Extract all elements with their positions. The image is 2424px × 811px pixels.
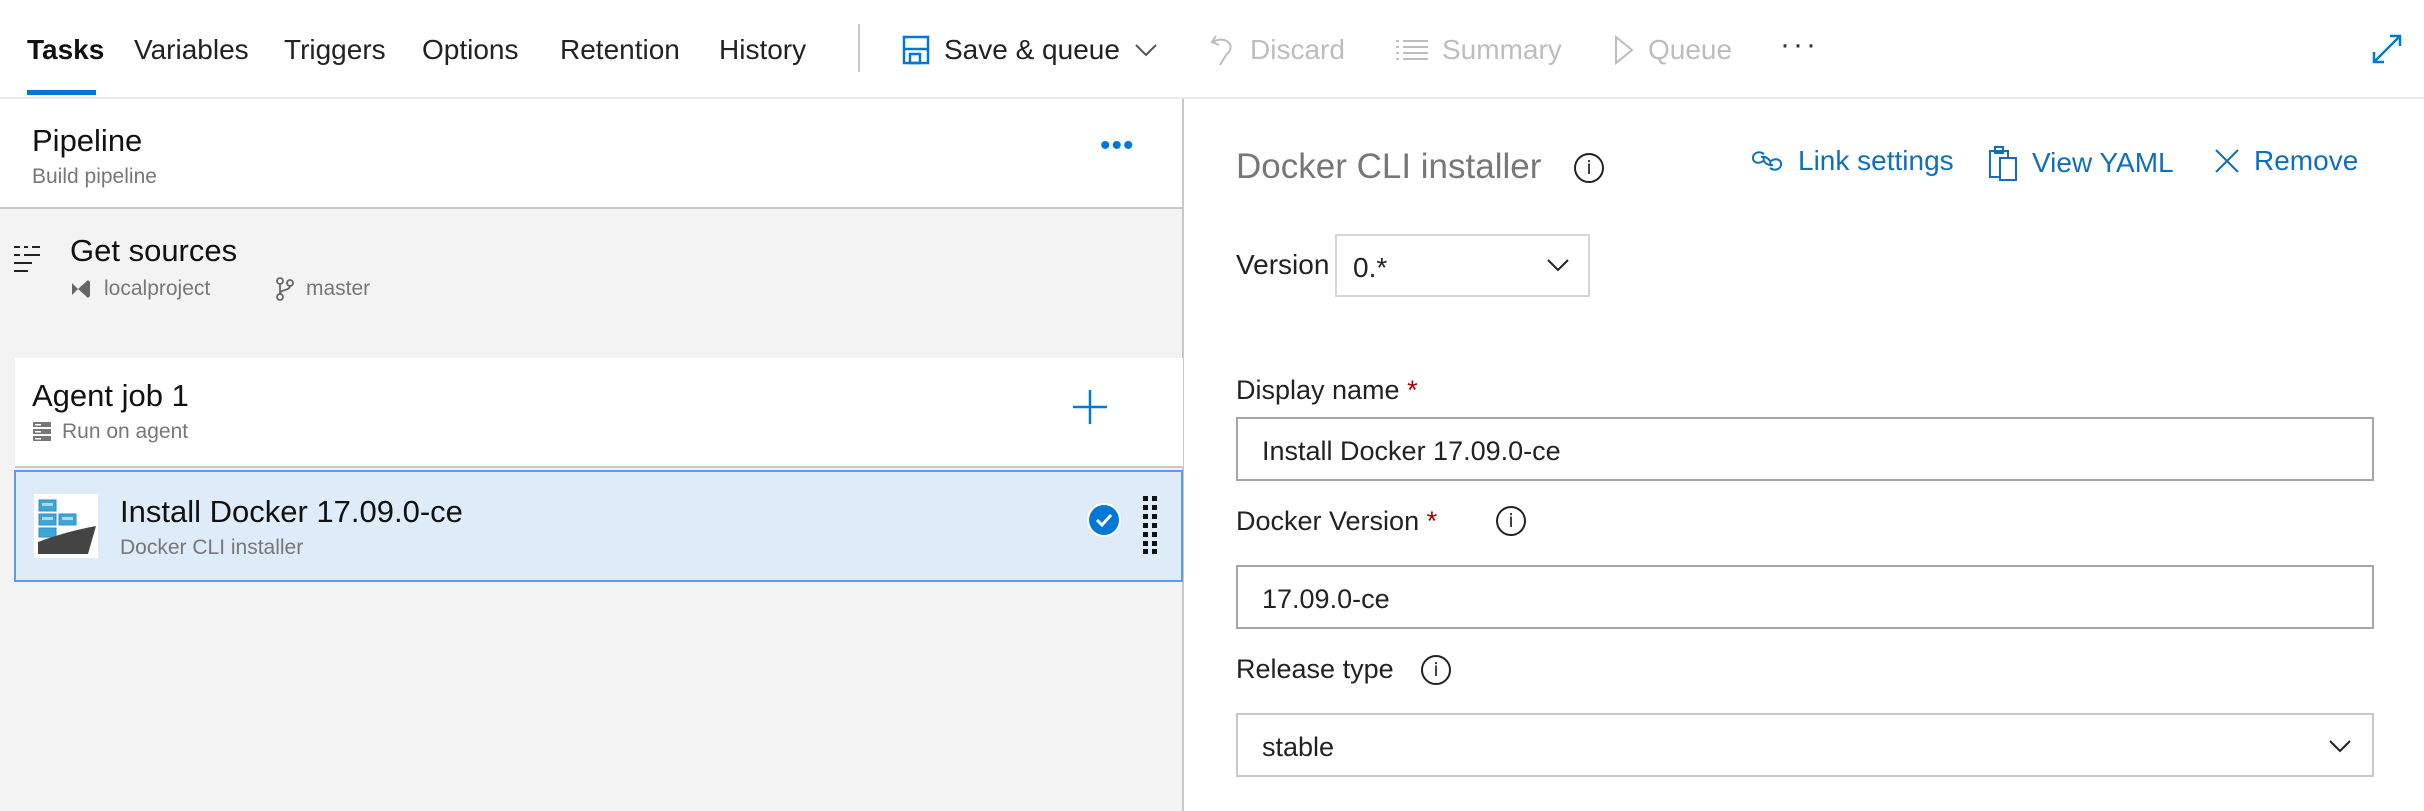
task-item-selected[interactable]: Install Docker 17.09.0-ce Docker CLI ins… bbox=[14, 470, 1183, 582]
drag-handle-icon[interactable] bbox=[1143, 496, 1159, 554]
clipboard-icon bbox=[1989, 146, 2017, 181]
list-icon bbox=[1396, 40, 1428, 60]
branch-icon bbox=[276, 277, 294, 301]
pipeline-subtitle: Build pipeline bbox=[32, 165, 157, 188]
link-settings-button[interactable]: Link settings bbox=[1750, 145, 1954, 177]
summary-label: Summary bbox=[1442, 34, 1562, 65]
release-type-value: stable bbox=[1262, 732, 1335, 762]
info-icon[interactable]: i bbox=[1496, 506, 1526, 536]
task-title: Install Docker 17.09.0-ce bbox=[120, 494, 463, 529]
expand-icon[interactable] bbox=[2371, 33, 2403, 65]
pipeline-title: Pipeline bbox=[32, 123, 143, 158]
add-task-icon[interactable] bbox=[1073, 390, 1107, 424]
docker-version-label: Docker Version * bbox=[1236, 506, 1437, 537]
tab-history[interactable]: History bbox=[719, 34, 806, 66]
queue-label: Queue bbox=[1648, 34, 1733, 65]
close-icon bbox=[2215, 149, 2239, 173]
version-value: 0.* bbox=[1353, 252, 1388, 283]
docker-version-label-text: Docker Version bbox=[1236, 506, 1420, 536]
discard-label: Discard bbox=[1250, 34, 1345, 65]
task-details-title: Docker CLI installer bbox=[1236, 147, 1542, 186]
info-icon[interactable]: i bbox=[1421, 655, 1451, 685]
pipeline-panel: Pipeline Build pipeline ••• Get sources … bbox=[0, 99, 1184, 811]
get-sources-icon bbox=[14, 246, 40, 272]
tab-options[interactable]: Options bbox=[422, 34, 519, 66]
agent-job-subtitle: Run on agent bbox=[32, 420, 188, 444]
pipeline-header[interactable]: Pipeline Build pipeline ••• bbox=[0, 99, 1182, 209]
info-icon[interactable]: i bbox=[1574, 153, 1604, 183]
agent-job-subtitle-text: Run on agent bbox=[62, 420, 189, 443]
docker-icon bbox=[34, 494, 98, 558]
active-tab-indicator bbox=[27, 90, 96, 95]
save-icon bbox=[902, 35, 930, 65]
queue-button[interactable]: Queue bbox=[1614, 30, 1732, 70]
server-icon bbox=[33, 422, 51, 441]
display-name-value: Install Docker 17.09.0-ce bbox=[1262, 436, 1561, 466]
repository-name: localproject bbox=[104, 277, 211, 300]
link-icon bbox=[1751, 151, 1783, 171]
toolbar-divider bbox=[858, 24, 860, 72]
release-type-select[interactable]: stable bbox=[1236, 713, 2374, 777]
tab-variables[interactable]: Variables bbox=[134, 34, 249, 66]
discard-button[interactable]: Discard bbox=[1210, 30, 1345, 70]
required-marker: * bbox=[1426, 506, 1438, 536]
view-yaml-label: View YAML bbox=[2032, 147, 2174, 178]
chevron-down-icon bbox=[1547, 259, 1569, 272]
task-details-panel: Docker CLI installer i Link settings Vie… bbox=[1186, 99, 2424, 811]
agent-job-title: Agent job 1 bbox=[32, 378, 189, 413]
link-settings-label: Link settings bbox=[1798, 145, 1954, 176]
docker-version-input[interactable]: 17.09.0-ce bbox=[1236, 565, 2374, 629]
display-name-label: Display name * bbox=[1236, 375, 1418, 406]
display-name-input[interactable]: Install Docker 17.09.0-ce bbox=[1236, 417, 2374, 481]
enabled-checkmark-icon[interactable] bbox=[1086, 502, 1122, 538]
version-select[interactable]: 0.* bbox=[1335, 234, 1590, 297]
version-label: Version bbox=[1236, 249, 1330, 280]
docker-version-value: 17.09.0-ce bbox=[1262, 584, 1390, 614]
release-type-label: Release type bbox=[1236, 654, 1394, 684]
top-toolbar: Tasks Variables Triggers Options Retenti… bbox=[0, 0, 2424, 99]
more-actions-button[interactable]: ··· bbox=[1780, 28, 1819, 62]
tab-retention[interactable]: Retention bbox=[560, 34, 680, 66]
pipeline-more-button[interactable]: ••• bbox=[1100, 129, 1135, 163]
display-name-label-text: Display name bbox=[1236, 375, 1400, 405]
view-yaml-button[interactable]: View YAML bbox=[1988, 145, 2174, 181]
remove-label: Remove bbox=[2254, 145, 2359, 176]
agent-job[interactable]: Agent job 1 Run on agent bbox=[15, 358, 1183, 468]
chevron-down-icon bbox=[2329, 740, 2351, 753]
branch-name: master bbox=[306, 277, 371, 300]
get-sources-title: Get sources bbox=[70, 233, 238, 268]
visual-studio-icon bbox=[72, 280, 90, 298]
repository-info: localproject bbox=[70, 277, 210, 301]
undo-icon bbox=[1210, 35, 1232, 66]
tab-tasks[interactable]: Tasks bbox=[27, 34, 104, 66]
required-marker: * bbox=[1407, 375, 1418, 405]
branch-info: master bbox=[276, 277, 370, 301]
save-and-queue-label: Save & queue bbox=[944, 34, 1120, 65]
summary-button[interactable]: Summary bbox=[1396, 30, 1562, 70]
task-subtitle: Docker CLI installer bbox=[120, 536, 304, 559]
remove-button[interactable]: Remove bbox=[2214, 145, 2358, 177]
play-icon bbox=[1615, 35, 1634, 65]
save-and-queue-button[interactable]: Save & queue bbox=[902, 30, 1158, 70]
tab-triggers[interactable]: Triggers bbox=[284, 34, 386, 66]
chevron-down-icon bbox=[1135, 44, 1157, 57]
